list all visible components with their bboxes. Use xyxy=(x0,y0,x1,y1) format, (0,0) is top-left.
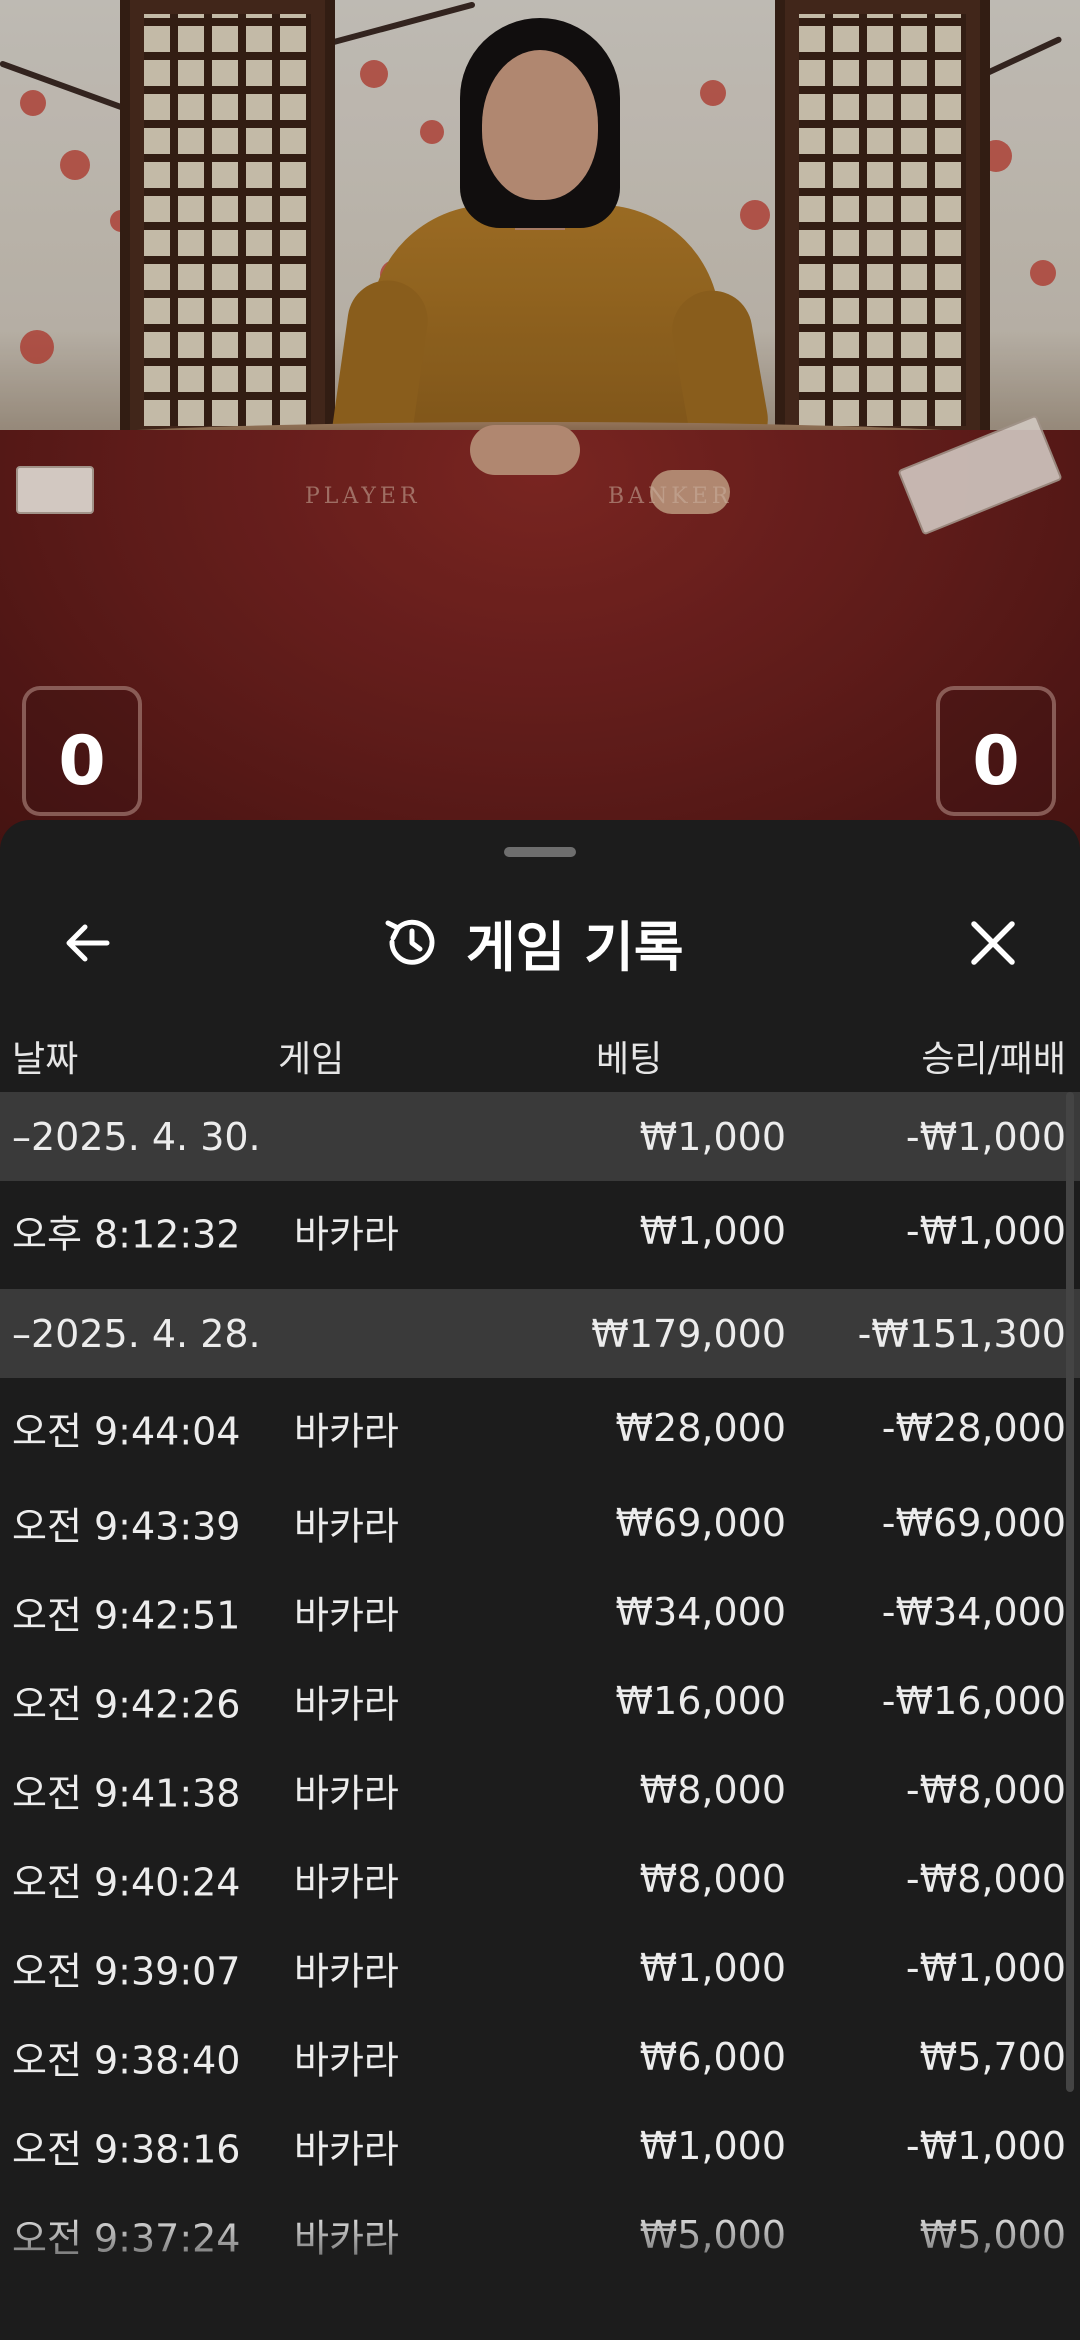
sheet-drag-handle[interactable] xyxy=(504,847,576,857)
date-group-row[interactable]: –2025. 4. 30. ₩1,000 -₩1,000 xyxy=(0,1092,1080,1181)
row-win-loss: -₩28,000 xyxy=(881,1406,1066,1450)
group-date: –2025. 4. 30. xyxy=(12,1114,261,1159)
row-win-loss: -₩8,000 xyxy=(905,1767,1066,1812)
group-bet-total: ₩179,000 xyxy=(591,1311,786,1356)
row-game: 바카라 xyxy=(294,2216,399,2260)
back-button[interactable] xyxy=(52,908,122,978)
row-time: 오전 9:40:24 xyxy=(12,1860,241,1904)
list-scrollbar[interactable] xyxy=(1066,1092,1074,2092)
history-row[interactable]: 오전 9:42:51 바카라 ₩34,000 -₩34,000 xyxy=(0,1567,1080,1656)
row-time: 오전 9:38:16 xyxy=(12,2127,241,2171)
table-header: 날짜 게임 베팅 승리/패배 xyxy=(0,1018,1080,1088)
row-game: 바카라 xyxy=(294,1212,399,1257)
row-game: 바카라 xyxy=(294,1949,399,1993)
history-row[interactable]: 오전 9:38:16 바카라 ₩1,000 -₩1,000 xyxy=(0,2101,1080,2190)
row-game: 바카라 xyxy=(294,2127,399,2171)
group-date: –2025. 4. 28. xyxy=(12,1311,261,1356)
sheet-title: 게임 기록 xyxy=(466,915,684,979)
row-bet: ₩1,000 xyxy=(639,2123,786,2168)
row-time: 오전 9:41:38 xyxy=(12,1771,241,1815)
row-win-loss: -₩1,000 xyxy=(905,1945,1066,1990)
row-game: 바카라 xyxy=(294,1771,399,1815)
group-bet-total: ₩1,000 xyxy=(639,1114,786,1159)
column-header-win-loss: 승리/패배 xyxy=(921,1039,1066,1080)
sheet-header: 게임 기록 xyxy=(0,880,1080,1000)
row-game: 바카라 xyxy=(294,1409,399,1454)
row-time: 오전 9:42:51 xyxy=(12,1593,241,1637)
row-bet: ₩34,000 xyxy=(615,1589,786,1634)
row-win-loss: -₩69,000 xyxy=(881,1500,1066,1545)
row-time: 오전 9:44:04 xyxy=(12,1409,241,1454)
history-list: –2025. 4. 30. ₩1,000 -₩1,000 오후 8:12:32 … xyxy=(0,1092,1080,2279)
row-win-loss: ₩5,000 xyxy=(919,2212,1066,2257)
video-dim-overlay xyxy=(0,0,1080,850)
row-bet: ₩69,000 xyxy=(615,1500,786,1545)
history-row[interactable]: 오전 9:37:24 바카라 ₩5,000 ₩5,000 xyxy=(0,2190,1080,2279)
column-header-game: 게임 xyxy=(278,1039,345,1080)
history-row[interactable]: 오전 9:42:26 바카라 ₩16,000 -₩16,000 xyxy=(0,1656,1080,1745)
row-time: 오전 9:43:39 xyxy=(12,1504,241,1548)
row-game: 바카라 xyxy=(294,1593,399,1637)
row-bet: ₩5,000 xyxy=(639,2212,786,2257)
history-row[interactable]: 오전 9:38:40 바카라 ₩6,000 ₩5,700 xyxy=(0,2012,1080,2101)
row-bet: ₩8,000 xyxy=(639,1767,786,1812)
row-time: 오전 9:38:40 xyxy=(12,2038,241,2082)
row-win-loss: -₩1,000 xyxy=(905,2123,1066,2168)
group-win-loss-total: -₩151,300 xyxy=(857,1311,1066,1356)
row-bet: ₩8,000 xyxy=(639,1856,786,1901)
row-game: 바카라 xyxy=(294,1860,399,1904)
history-row[interactable]: 오전 9:41:38 바카라 ₩8,000 -₩8,000 xyxy=(0,1745,1080,1834)
close-button[interactable] xyxy=(958,908,1028,978)
row-bet: ₩16,000 xyxy=(615,1678,786,1723)
banker-score: 0 xyxy=(936,686,1056,816)
row-game: 바카라 xyxy=(294,2038,399,2082)
row-game: 바카라 xyxy=(294,1504,399,1548)
row-bet: ₩6,000 xyxy=(639,2034,786,2079)
row-bet: ₩1,000 xyxy=(639,1945,786,1990)
row-win-loss: ₩5,700 xyxy=(919,2034,1066,2079)
history-row[interactable]: 오전 9:40:24 바카라 ₩8,000 -₩8,000 xyxy=(0,1834,1080,1923)
row-win-loss: -₩16,000 xyxy=(881,1678,1066,1723)
arrow-left-icon xyxy=(66,924,110,962)
history-row[interactable]: 오전 9:44:04 바카라 ₩28,000 -₩28,000 xyxy=(0,1378,1080,1478)
row-time: 오전 9:37:24 xyxy=(12,2216,241,2260)
column-header-date: 날짜 xyxy=(12,1039,79,1080)
row-win-loss: -₩8,000 xyxy=(905,1856,1066,1901)
history-row[interactable]: 오전 9:39:07 바카라 ₩1,000 -₩1,000 xyxy=(0,1923,1080,2012)
live-video-feed: PLAYER BANKER 0 0 xyxy=(0,0,1080,850)
row-bet: ₩1,000 xyxy=(639,1209,786,1253)
row-game: 바카라 xyxy=(294,1682,399,1726)
history-row[interactable]: 오후 8:12:32 바카라 ₩1,000 -₩1,000 xyxy=(0,1181,1080,1281)
title-group: 게임 기록 xyxy=(380,902,684,982)
date-group-row[interactable]: –2025. 4. 28. ₩179,000 -₩151,300 xyxy=(0,1289,1080,1378)
row-time: 오전 9:39:07 xyxy=(12,1949,241,1993)
column-header-bet: 베팅 xyxy=(596,1039,663,1080)
row-win-loss: -₩34,000 xyxy=(881,1589,1066,1634)
row-win-loss: -₩1,000 xyxy=(905,1209,1066,1253)
row-time: 오후 8:12:32 xyxy=(12,1212,241,1257)
game-history-sheet: 게임 기록 날짜 게임 베팅 승리/패배 –2025. 4. 30. ₩1,00… xyxy=(0,820,1080,2340)
player-score: 0 xyxy=(22,686,142,816)
group-win-loss-total: -₩1,000 xyxy=(905,1114,1066,1159)
history-icon xyxy=(385,919,435,965)
row-bet: ₩28,000 xyxy=(615,1406,786,1450)
history-row[interactable]: 오전 9:43:39 바카라 ₩69,000 -₩69,000 xyxy=(0,1478,1080,1567)
close-icon xyxy=(971,921,1015,965)
row-time: 오전 9:42:26 xyxy=(12,1682,241,1726)
